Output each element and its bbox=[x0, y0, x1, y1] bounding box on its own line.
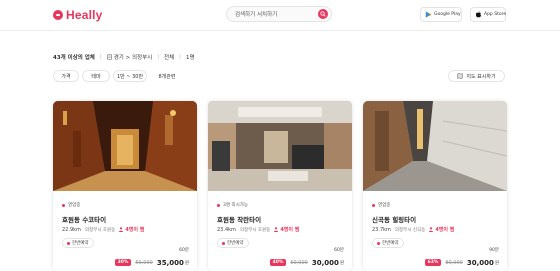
search-button[interactable] bbox=[318, 9, 328, 19]
course-duration: 60분 bbox=[334, 248, 344, 253]
sort-chip[interactable]: 8개관련 bbox=[150, 70, 184, 82]
result-count: 43개 이상의 업체 bbox=[53, 54, 95, 61]
discount-badge: 63% bbox=[424, 259, 442, 266]
reservation-badge: 한번예약 bbox=[217, 238, 249, 248]
open-status: 영업중 bbox=[62, 202, 80, 208]
breadcrumb-separator: | bbox=[99, 53, 102, 60]
open-status: 3명 즉시가능 bbox=[217, 202, 248, 208]
google-play-icon bbox=[425, 11, 432, 18]
shop-photo bbox=[363, 101, 507, 191]
badge-label: 한번예약 bbox=[382, 241, 399, 246]
status-label: 영업중 bbox=[378, 203, 391, 208]
address: 의정부시 호원동 bbox=[84, 227, 116, 233]
person-filter[interactable]: 1명 bbox=[186, 53, 195, 61]
breadcrumb-separator: | bbox=[157, 53, 160, 60]
status-dot-icon bbox=[372, 203, 375, 207]
price-range-chip[interactable]: 1만 ~ 30만 bbox=[113, 70, 147, 82]
logo-mark-icon bbox=[53, 10, 63, 20]
distance: 23.7km bbox=[372, 226, 391, 233]
like-count: 4명이 찜 bbox=[119, 226, 144, 233]
person-icon bbox=[429, 227, 434, 232]
like-label: 4명이 찜 bbox=[435, 227, 455, 233]
person-icon bbox=[119, 227, 124, 232]
shop-card[interactable]: 영업중 호원동 수코타이 22.9km 의정부시 호원동 4명이 찜 한번예약 … bbox=[53, 101, 197, 271]
like-label: 4명이 찜 bbox=[280, 227, 300, 233]
shop-card[interactable]: 영업중 신곡동 힐링타이 23.7km 의정부시 신곡동 4명이 찜 한번예약 … bbox=[363, 101, 507, 271]
breadcrumb: 43개 이상의 업체 | 경기 > 의정부시 | 전체 | 1명 bbox=[53, 52, 195, 61]
shop-meta: 22.9km 의정부시 호원동 4명이 찜 bbox=[62, 226, 144, 234]
reservation-badge: 한번예약 bbox=[62, 238, 94, 248]
badge-label: 한번예약 bbox=[72, 241, 89, 246]
search-bar[interactable] bbox=[226, 6, 332, 22]
google-play-label: Google Play bbox=[434, 12, 461, 17]
badge-dot-icon bbox=[67, 241, 70, 245]
logo-text: Heally bbox=[66, 8, 103, 22]
breadcrumb-separator: | bbox=[179, 53, 182, 60]
status-dot-icon bbox=[62, 203, 65, 207]
discount-badge: 40% bbox=[269, 259, 287, 266]
shop-card[interactable]: 3명 즉시가능 호원동 작란타이 23.4km 의정부시 호원동 4명이 찜 한… bbox=[208, 101, 352, 271]
price-row: 63% 80,000 30,000 원 bbox=[424, 257, 499, 268]
price-row: 40% 50,000 30,000 원 bbox=[269, 257, 344, 268]
currency-label: 원 bbox=[339, 260, 344, 266]
price-row: 30% 50,000 35,000 원 bbox=[114, 257, 189, 268]
apple-icon bbox=[475, 11, 482, 18]
reservation-badge: 한번예약 bbox=[372, 238, 404, 248]
original-price: 80,000 bbox=[445, 259, 463, 266]
header-divider bbox=[0, 30, 560, 31]
badge-dot-icon bbox=[222, 241, 225, 245]
shop-name[interactable]: 호원동 수코타이 bbox=[62, 214, 106, 224]
app-store-label: App Store bbox=[484, 12, 507, 17]
course-duration: 60분 bbox=[179, 248, 189, 253]
show-map-button[interactable]: 지도 표시하기 bbox=[448, 70, 505, 82]
shop-meta: 23.4km 의정부시 호원동 4명이 찜 bbox=[217, 226, 299, 234]
status-label: 영업중 bbox=[68, 203, 81, 208]
location-filter[interactable]: 경기 > 의정부시 bbox=[106, 53, 153, 61]
map-icon bbox=[457, 73, 464, 79]
shop-photo bbox=[208, 101, 352, 191]
search-icon bbox=[320, 11, 326, 17]
final-price: 30,000 bbox=[466, 258, 494, 267]
status-dot-icon bbox=[217, 203, 220, 207]
final-price: 30,000 bbox=[311, 258, 339, 267]
final-price: 35,000 bbox=[156, 258, 184, 267]
address: 의정부시 호원동 bbox=[239, 227, 271, 233]
google-play-button[interactable]: Google Play bbox=[420, 7, 462, 22]
currency-label: 원 bbox=[494, 260, 499, 266]
like-count: 4명이 찜 bbox=[274, 226, 299, 233]
like-label: 4명이 찜 bbox=[125, 227, 145, 233]
like-count: 4명이 찜 bbox=[429, 226, 454, 233]
shop-name[interactable]: 호원동 작란타이 bbox=[217, 214, 261, 224]
address: 의정부시 신곡동 bbox=[394, 227, 426, 233]
original-price: 50,000 bbox=[290, 259, 308, 266]
currency-label: 원 bbox=[184, 260, 189, 266]
original-price: 50,000 bbox=[135, 259, 153, 266]
discount-badge: 30% bbox=[114, 259, 132, 266]
shop-meta: 23.7km 의정부시 신곡동 4명이 찜 bbox=[372, 226, 454, 234]
logo[interactable]: Heally bbox=[53, 8, 103, 22]
shop-photo bbox=[53, 101, 197, 191]
location-label: 경기 > 의정부시 bbox=[113, 54, 153, 61]
price-filter-chip[interactable]: 가격 bbox=[53, 70, 79, 82]
theme-filter-chip[interactable]: 테마 bbox=[82, 70, 110, 82]
top-header: Heally Google Play App Store bbox=[0, 0, 560, 30]
shop-name[interactable]: 신곡동 힐링타이 bbox=[372, 214, 416, 224]
badge-label: 한번예약 bbox=[227, 241, 244, 246]
show-map-label: 지도 표시하기 bbox=[466, 73, 496, 80]
badge-dot-icon bbox=[377, 241, 380, 245]
search-input[interactable] bbox=[235, 9, 315, 20]
open-status: 영업중 bbox=[372, 202, 390, 208]
category-filter[interactable]: 전체 bbox=[164, 53, 174, 61]
location-icon bbox=[106, 53, 112, 60]
distance: 23.4km bbox=[217, 226, 236, 233]
person-icon bbox=[274, 227, 279, 232]
status-label: 3명 즉시가능 bbox=[223, 203, 248, 208]
course-duration: 90분 bbox=[489, 248, 499, 253]
distance: 22.9km bbox=[62, 226, 81, 233]
app-store-button[interactable]: App Store bbox=[470, 7, 506, 22]
